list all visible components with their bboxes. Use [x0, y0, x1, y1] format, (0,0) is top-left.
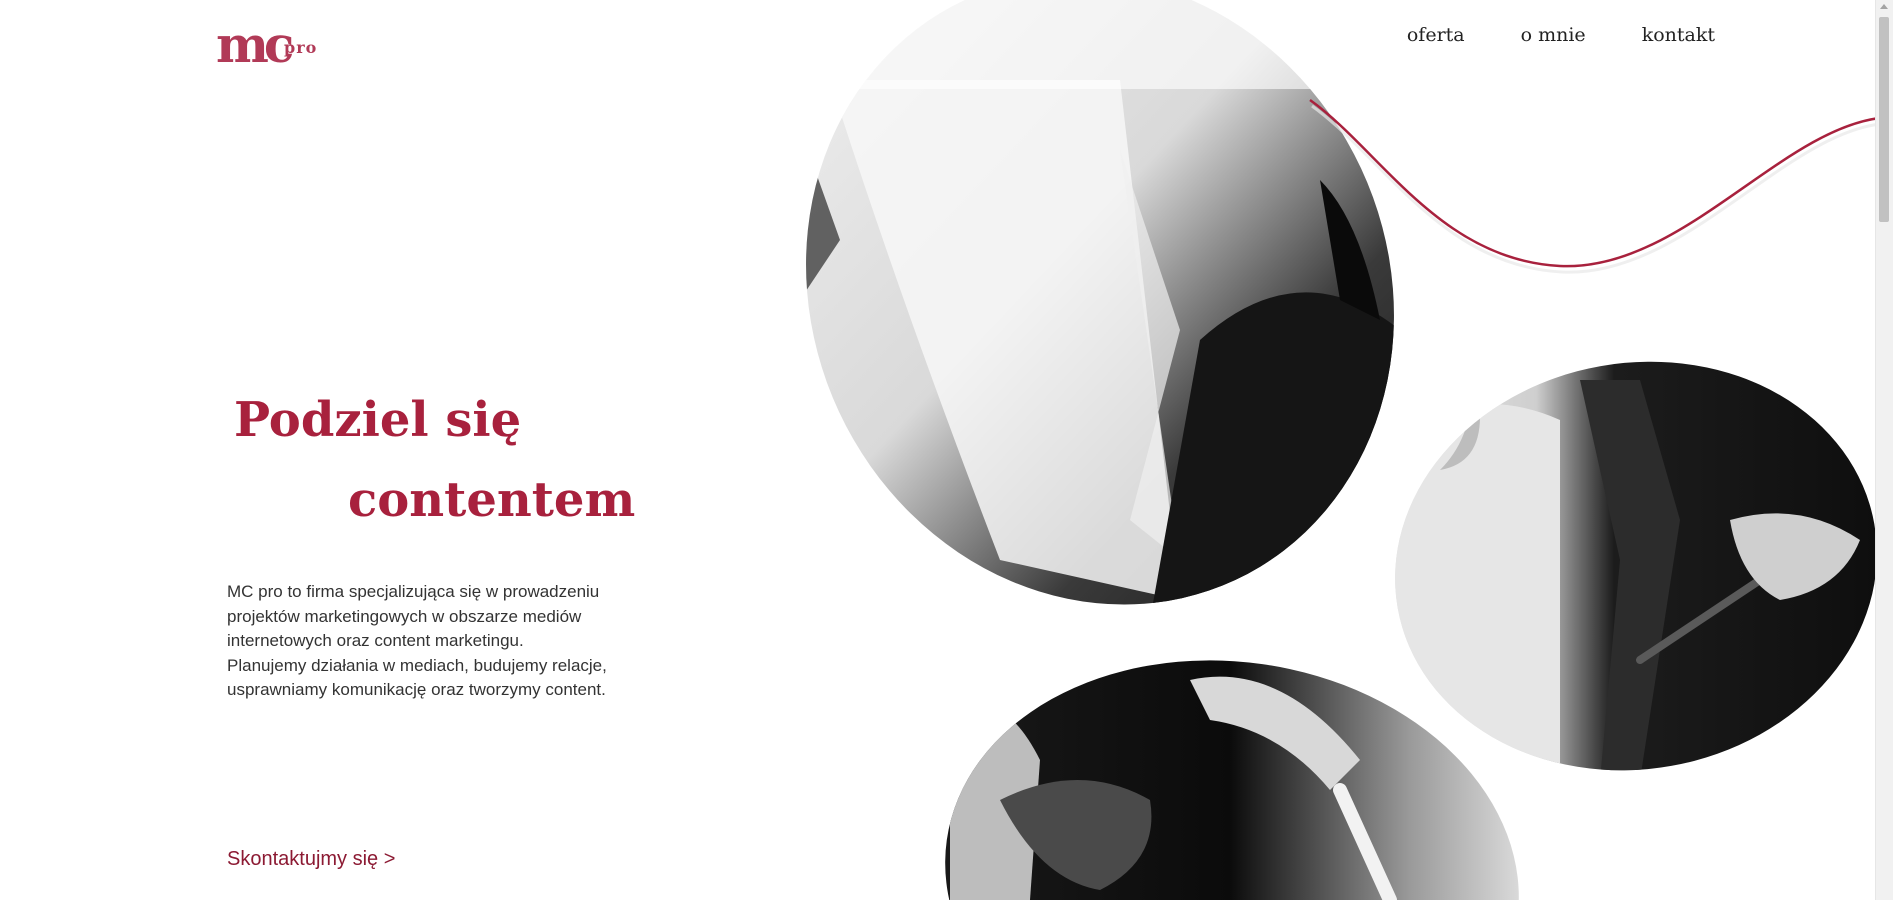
scroll-up-icon[interactable] — [1880, 4, 1888, 9]
page: mc pro oferta o mnie kontakt Podziel się… — [0, 0, 1893, 900]
nav-item-oferta[interactable]: oferta — [1407, 24, 1465, 46]
logo-sub: pro — [284, 38, 318, 57]
main-nav: oferta o mnie kontakt — [1351, 24, 1715, 46]
header-fade — [780, 0, 1340, 89]
hero-description: MC pro to firma specjalizująca się w pro… — [227, 582, 607, 700]
hero-title-line1: Podziel się — [234, 392, 522, 448]
logo[interactable]: mc pro — [216, 16, 320, 76]
photo-oval-large — [780, 0, 1420, 620]
hero-title: Podziel się contentem — [234, 380, 654, 540]
scrollbar[interactable] — [1875, 0, 1893, 900]
logo-main: mc — [216, 15, 294, 74]
photo-oval-bottom — [930, 650, 1530, 900]
contact-cta-link[interactable]: Skontaktujmy się > — [227, 848, 395, 871]
photo-oval-right — [1380, 350, 1893, 780]
scrollbar-thumb[interactable] — [1879, 17, 1889, 222]
nav-item-kontakt[interactable]: kontakt — [1642, 24, 1715, 46]
decor-wave — [1309, 98, 1881, 268]
hero-title-line2: contentem — [348, 472, 636, 528]
nav-item-o-mnie[interactable]: o mnie — [1521, 24, 1586, 46]
